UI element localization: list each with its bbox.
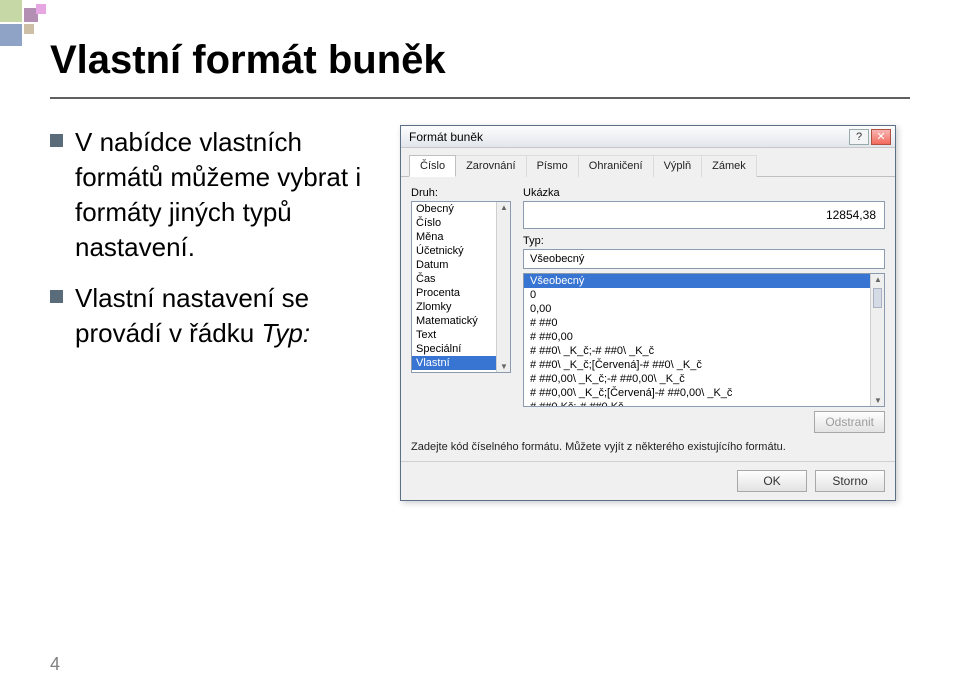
- list-item[interactable]: 0,00: [524, 302, 884, 316]
- type-input[interactable]: Všeobecný: [523, 249, 885, 269]
- list-item[interactable]: # ##0,00\ _K_č;[Červená]-# ##0,00\ _K_č: [524, 386, 884, 400]
- dialog-footer: OK Storno: [401, 461, 895, 500]
- list-item-selected[interactable]: Všeobecný: [524, 274, 884, 288]
- dialog-titlebar[interactable]: Formát buněk ? ✕: [401, 126, 895, 148]
- bullet-icon: [50, 290, 63, 303]
- format-listbox[interactable]: Všeobecný 0 0,00 # ##0 # ##0,00 # ##0\ _…: [523, 273, 885, 407]
- list-item[interactable]: # ##0 Kč;-# ##0 Kč: [524, 400, 884, 407]
- sample-label: Ukázka: [523, 187, 885, 199]
- page-number: 4: [50, 654, 60, 675]
- tab-font[interactable]: Písmo: [526, 155, 579, 177]
- list-item[interactable]: # ##0,00\ _K_č;-# ##0,00\ _K_č: [524, 372, 884, 386]
- list-item[interactable]: # ##0: [524, 316, 884, 330]
- page-title: Vlastní formát buněk: [50, 38, 910, 83]
- scrollbar[interactable]: [870, 274, 884, 406]
- bullet-item: Vlastní nastavení se provádí v řádku Typ…: [50, 281, 380, 351]
- hint-text: Zadejte kód číselného formátu. Můžete vy…: [411, 441, 885, 453]
- cancel-button[interactable]: Storno: [815, 470, 885, 492]
- sample-value: 12854,38: [826, 208, 876, 222]
- scrollbar-thumb[interactable]: [873, 288, 882, 308]
- delete-button[interactable]: Odstranit: [814, 411, 885, 433]
- tab-number[interactable]: Číslo: [409, 155, 456, 177]
- bullet-text: V nabídce vlastních formátů můžeme vybra…: [75, 125, 380, 265]
- title-rule: [50, 97, 910, 99]
- bullet-item: V nabídce vlastních formátů můžeme vybra…: [50, 125, 380, 265]
- dialog-title: Formát buněk: [409, 130, 847, 144]
- list-item[interactable]: # ##0\ _K_č;-# ##0\ _K_č: [524, 344, 884, 358]
- tab-protect[interactable]: Zámek: [701, 155, 757, 177]
- list-item[interactable]: 0: [524, 288, 884, 302]
- help-button[interactable]: ?: [849, 129, 869, 145]
- tab-align[interactable]: Zarovnání: [455, 155, 527, 177]
- bullet-text-emph: Typ:: [261, 318, 310, 348]
- scrollbar[interactable]: [496, 202, 510, 372]
- list-item[interactable]: # ##0,00: [524, 330, 884, 344]
- type-label: Typ:: [523, 235, 885, 247]
- close-button[interactable]: ✕: [871, 129, 891, 145]
- bullet-icon: [50, 134, 63, 147]
- format-cells-dialog: Formát buněk ? ✕ Číslo Zarovnání Písmo O…: [400, 125, 896, 501]
- bullet-text: Vlastní nastavení se provádí v řádku Typ…: [75, 281, 380, 351]
- type-input-value: Všeobecný: [530, 253, 584, 265]
- dialog-tabs: Číslo Zarovnání Písmo Ohraničení Výplň Z…: [401, 148, 895, 177]
- list-item[interactable]: # ##0\ _K_č;[Červená]-# ##0\ _K_č: [524, 358, 884, 372]
- kind-label: Druh:: [411, 187, 511, 199]
- ok-button[interactable]: OK: [737, 470, 807, 492]
- bullet-list: V nabídce vlastních formátů můžeme vybra…: [50, 125, 380, 501]
- tab-fill[interactable]: Výplň: [653, 155, 703, 177]
- sample-value-box: 12854,38: [523, 201, 885, 229]
- tab-border[interactable]: Ohraničení: [578, 155, 654, 177]
- kind-listbox[interactable]: Obecný Číslo Měna Účetnický Datum Čas Pr…: [411, 201, 511, 373]
